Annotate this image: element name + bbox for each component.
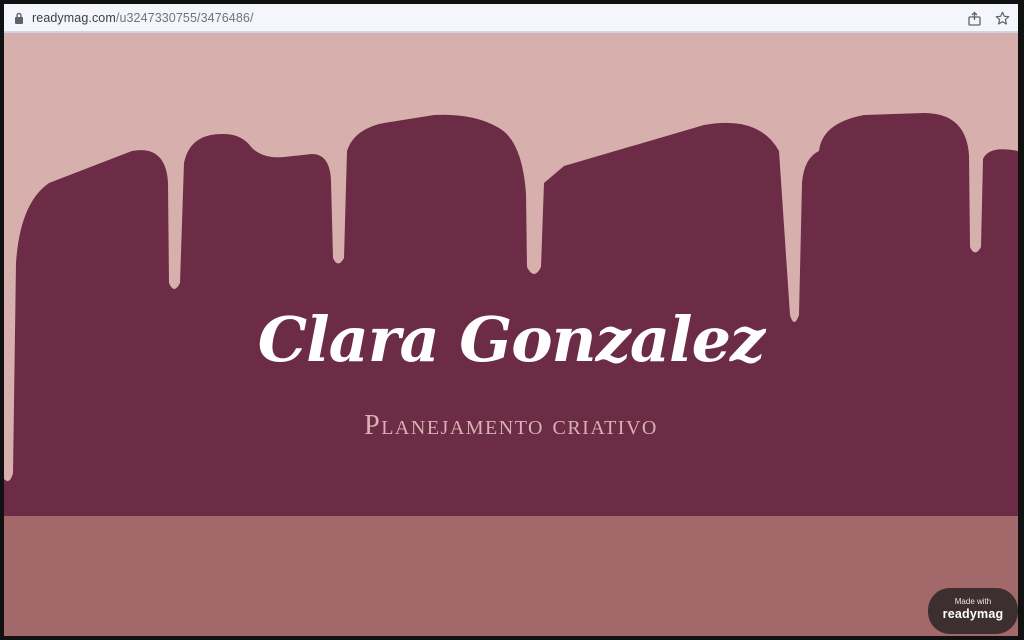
browser-window: readymag.com/u3247330755/3476486/ Clara … <box>4 4 1018 636</box>
badge-small-text: Made with <box>954 597 992 606</box>
url-box[interactable]: readymag.com/u3247330755/3476486/ <box>10 8 1012 28</box>
url-path[interactable]: /u3247330755/3476486/ <box>116 11 254 25</box>
hero-title: Clara Gonzalez <box>257 303 765 376</box>
footer-band <box>4 516 1018 636</box>
hero-subtitle: Planejamento criativo <box>364 410 658 441</box>
bookmark-star-icon[interactable] <box>994 10 1010 26</box>
chocolate-drip-graphic <box>4 113 1018 523</box>
share-icon[interactable] <box>966 10 982 26</box>
page-content: Clara Gonzalez Planejamento criativo Mad… <box>4 33 1018 636</box>
lock-icon[interactable] <box>12 11 26 25</box>
browser-address-bar: readymag.com/u3247330755/3476486/ <box>4 4 1018 33</box>
readymag-logo: readymag <box>942 607 1004 621</box>
url-domain[interactable]: readymag.com <box>32 11 116 25</box>
made-with-readymag-badge[interactable]: Made with readymag <box>928 588 1018 634</box>
